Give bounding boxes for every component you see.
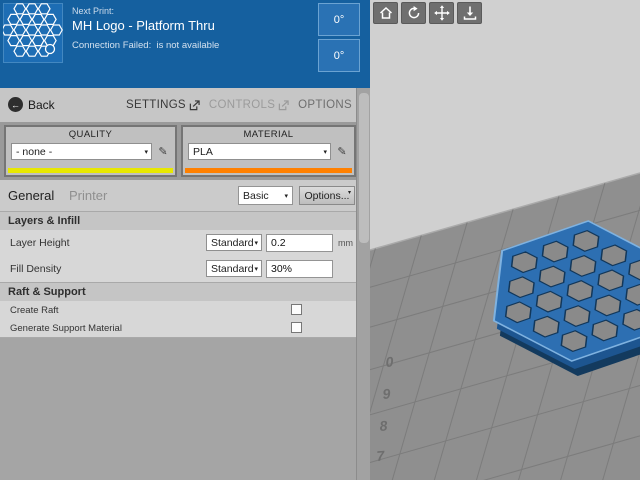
dropdown-caret-icon: ▾ xyxy=(254,265,258,273)
insert-icon xyxy=(463,6,476,20)
quality-row: - none - ▾ ✎ xyxy=(11,143,170,160)
setting-row-generate-support: Generate Support Material xyxy=(0,319,356,337)
reset-view-icon xyxy=(408,6,419,19)
matterhackers-logo xyxy=(3,3,63,63)
edit-quality-icon[interactable]: ✎ xyxy=(156,145,170,158)
fill-density-preset-select[interactable]: Standard ▾ xyxy=(206,260,262,277)
bed-ruler-number: 8 xyxy=(379,417,388,434)
dropdown-caret-icon: ▾ xyxy=(347,190,351,196)
quality-preset-box: QUALITY - none - ▾ ✎ xyxy=(4,125,177,177)
tab-general[interactable]: General xyxy=(8,188,54,203)
move-icon xyxy=(433,5,450,21)
app-window: Next Print: MH Logo - Platform Thru Conn… xyxy=(0,0,640,480)
tab-controls[interactable]: CONTROLS xyxy=(209,99,289,111)
printer-header: Next Print: MH Logo - Platform Thru Conn… xyxy=(0,0,370,88)
material-select[interactable]: PLA ▾ xyxy=(188,143,331,160)
tab-options[interactable]: OPTIONS xyxy=(298,99,352,111)
nav-tabs: SETTINGS CONTROLS OPTIONS xyxy=(126,88,352,122)
back-button[interactable]: ← Back xyxy=(8,97,55,112)
fill-density-label: Fill Density xyxy=(10,263,62,275)
insert-object-button[interactable] xyxy=(457,2,482,24)
settings-tab-bar: General Printer Basic ▾ Options... ▾ xyxy=(0,180,356,211)
generate-support-checkbox[interactable] xyxy=(291,322,302,333)
viewport-3d[interactable]: 0 9 8 7 xyxy=(370,0,640,480)
settings-list: Layers & Infill Layer Height Standard ▾ … xyxy=(0,211,356,338)
viewport-canvas[interactable]: 0 9 8 7 xyxy=(370,0,640,480)
section-layers-infill[interactable]: Layers & Infill xyxy=(0,211,356,230)
temperature-widgets: 0° 0° xyxy=(318,3,360,72)
print-name: MH Logo - Platform Thru xyxy=(72,18,215,33)
options-button[interactable]: Options... ▾ xyxy=(299,186,355,205)
create-raft-label: Create Raft xyxy=(10,305,59,316)
layer-height-preset-value: Standard xyxy=(211,236,254,249)
dropdown-caret-icon: ▾ xyxy=(284,192,288,200)
export-icon xyxy=(189,99,200,110)
material-row: PLA ▾ ✎ xyxy=(188,143,349,160)
connection-status: Connection Failed: is not available xyxy=(72,40,220,51)
dropdown-caret-icon: ▾ xyxy=(254,239,258,247)
setting-row-layer-height: Layer Height Standard ▾ mm xyxy=(0,230,356,256)
control-panel: Next Print: MH Logo - Platform Thru Conn… xyxy=(0,0,370,480)
bed-ruler-number: 0 xyxy=(385,353,394,370)
options-button-label: Options... xyxy=(304,189,350,202)
setting-row-fill-density: Fill Density Standard ▾ xyxy=(0,256,356,282)
quality-accent-bar xyxy=(8,168,173,173)
quality-select[interactable]: - none - ▾ xyxy=(11,143,152,160)
tab-options-label: OPTIONS xyxy=(298,99,352,111)
layer-height-unit: mm xyxy=(338,238,353,248)
reset-view-button[interactable] xyxy=(401,2,426,24)
bed-ruler-number: 9 xyxy=(382,385,391,402)
panel-scrollbar[interactable] xyxy=(356,88,370,480)
viewport-toolbar xyxy=(373,2,482,24)
quality-selected-value: - none - xyxy=(16,145,53,158)
dropdown-caret-icon: ▾ xyxy=(323,148,327,156)
dropdown-caret-icon: ▾ xyxy=(144,148,148,156)
material-preset-box: MATERIAL PLA ▾ ✎ xyxy=(181,125,356,177)
home-icon xyxy=(379,6,392,19)
fill-density-preset-value: Standard xyxy=(211,262,254,275)
material-accent-bar xyxy=(185,168,352,173)
material-title: MATERIAL xyxy=(243,129,294,140)
fill-density-input[interactable] xyxy=(266,260,333,278)
setting-row-create-raft: Create Raft xyxy=(0,301,356,319)
create-raft-checkbox[interactable] xyxy=(291,304,302,315)
back-arrow-icon: ← xyxy=(8,97,23,112)
detail-level-value: Basic xyxy=(243,189,269,202)
tab-controls-label: CONTROLS xyxy=(208,99,276,111)
move-view-button[interactable] xyxy=(429,2,454,24)
tab-printer[interactable]: Printer xyxy=(69,188,107,203)
extruder-temp-button[interactable]: 0° xyxy=(318,3,360,36)
material-selected-value: PLA xyxy=(193,145,213,158)
quality-title: QUALITY xyxy=(68,129,113,140)
generate-support-label: Generate Support Material xyxy=(10,323,122,334)
back-label: Back xyxy=(28,97,55,112)
layer-height-input[interactable] xyxy=(266,234,333,252)
extruder-temp-value: 0° xyxy=(333,13,345,26)
bed-temp-value: 0° xyxy=(333,49,345,62)
home-view-button[interactable] xyxy=(373,2,398,24)
next-print-label: Next Print: xyxy=(72,6,115,16)
scrollbar-thumb[interactable] xyxy=(359,93,369,243)
edit-material-icon[interactable]: ✎ xyxy=(335,145,349,158)
layer-height-preset-select[interactable]: Standard ▾ xyxy=(206,234,262,251)
preset-strip: QUALITY - none - ▾ ✎ MATERIAL PLA ▾ ✎ xyxy=(0,122,356,180)
nav-bar: ← Back SETTINGS CONTROLS OPTIONS xyxy=(0,88,370,122)
tab-settings-label: SETTINGS xyxy=(126,99,186,111)
detail-level-select[interactable]: Basic ▾ xyxy=(238,186,293,205)
bed-temp-button[interactable]: 0° xyxy=(318,39,360,72)
tab-settings[interactable]: SETTINGS xyxy=(126,99,200,111)
layer-height-label: Layer Height xyxy=(10,237,70,249)
section-raft-support[interactable]: Raft & Support xyxy=(0,282,356,301)
header-text: Next Print: MH Logo - Platform Thru Conn… xyxy=(72,6,219,51)
export-icon xyxy=(278,99,289,110)
